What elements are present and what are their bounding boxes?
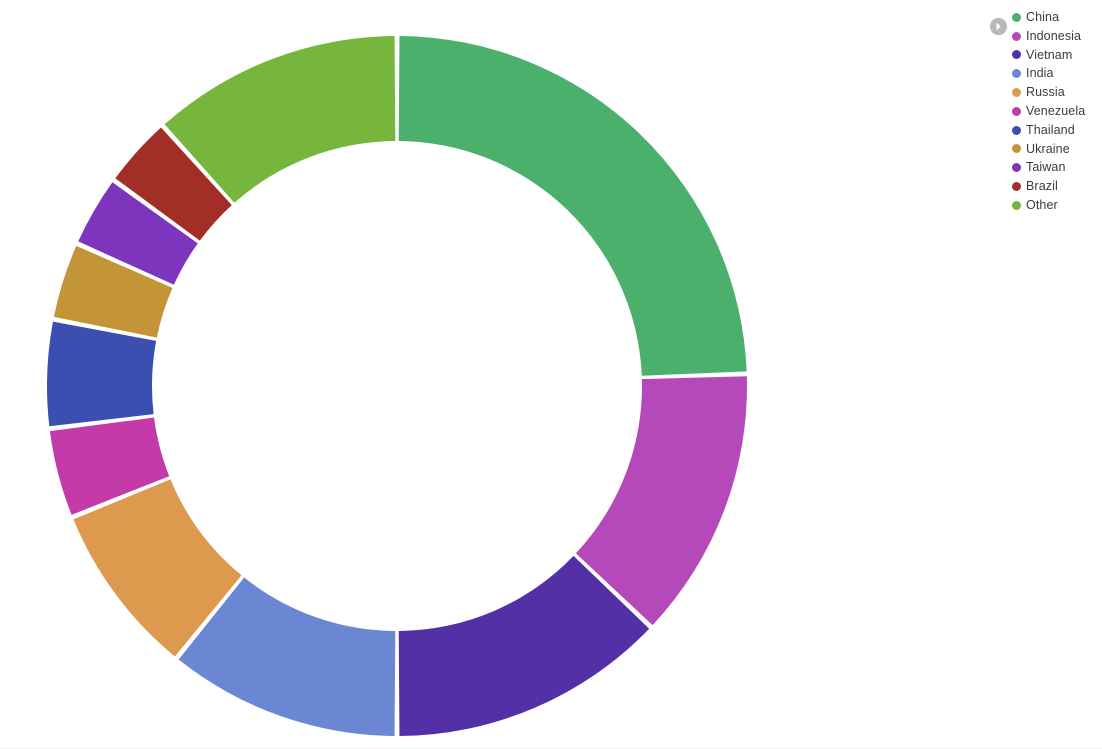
legend-swatch-icon: [1012, 200, 1021, 210]
legend-item-label: Brazil: [1026, 179, 1058, 194]
legend-swatch-icon: [1012, 106, 1021, 116]
legend-item-china[interactable]: China: [1012, 8, 1102, 27]
legend-item-label: India: [1026, 66, 1054, 81]
donut-slice-thailand[interactable]: [46, 321, 157, 427]
donut-slice-group: [46, 36, 747, 736]
legend-item-label: Indonesia: [1026, 28, 1082, 43]
legend-item-india[interactable]: India: [1012, 64, 1102, 83]
legend-swatch-icon: [1012, 163, 1021, 173]
legend-swatch-icon: [1012, 125, 1021, 135]
legend-item-brazil[interactable]: Brazil: [1012, 177, 1102, 196]
legend-swatch-icon: [1012, 144, 1021, 154]
legend-item-other[interactable]: Other: [1012, 196, 1102, 215]
legend-item-venezuela[interactable]: Venezuela: [1012, 102, 1102, 121]
legend-item-thailand[interactable]: Thailand: [1012, 121, 1102, 140]
legend-swatch-icon: [1012, 50, 1021, 60]
legend-item-list: China Indonesia Vietnam India Russia Venezuel…: [1012, 8, 1102, 215]
donut-slice-china[interactable]: [398, 36, 747, 376]
legend-swatch-icon: [1012, 182, 1021, 192]
legend-item-label: Thailand: [1026, 122, 1075, 137]
legend-item-label: Venezuela: [1026, 103, 1086, 118]
chevron-right-circle-glyph: [989, 17, 1008, 36]
legend-swatch-icon: [1012, 12, 1021, 22]
legend-item-label: China: [1026, 10, 1060, 24]
legend-swatch-icon: [1012, 31, 1021, 41]
legend-item-taiwan[interactable]: Taiwan: [1012, 158, 1102, 177]
legend-item-label: Vietnam: [1026, 47, 1073, 62]
legend-item-label: Other: [1026, 197, 1058, 212]
legend-item-ukraine[interactable]: Ukraine: [1012, 140, 1102, 159]
legend-swatch-icon: [1012, 69, 1021, 79]
legend-item-vietnam[interactable]: Vietnam: [1012, 46, 1102, 65]
legend-item-label: Taiwan: [1026, 160, 1066, 175]
donut-chart: [0, 0, 980, 749]
legend-swatch-icon: [1012, 88, 1021, 98]
legend-item-indonesia[interactable]: Indonesia: [1012, 27, 1102, 46]
chevron-right-circle-icon[interactable]: [989, 17, 1008, 36]
chart-legend: China Indonesia Vietnam India Russia Venezuel…: [989, 8, 1102, 223]
donut-chart-svg: [46, 36, 747, 736]
legend-item-label: Ukraine: [1026, 141, 1070, 156]
legend-item-russia[interactable]: Russia: [1012, 83, 1102, 102]
legend-item-label: Russia: [1026, 85, 1065, 100]
